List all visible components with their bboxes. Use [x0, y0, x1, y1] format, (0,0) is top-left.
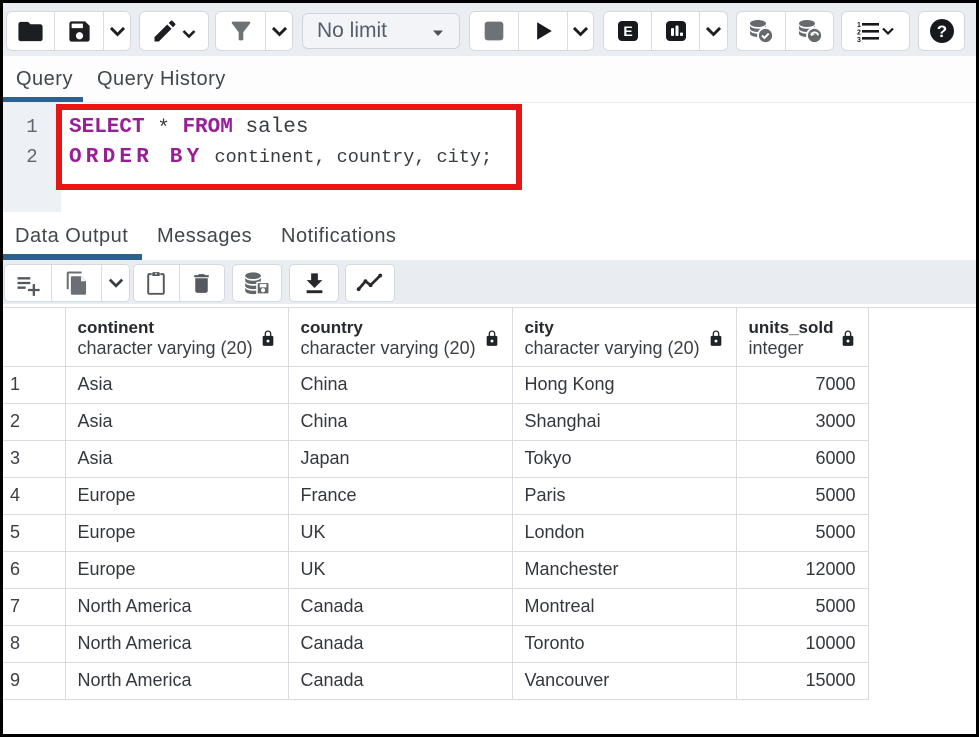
svg-text:3: 3 — [857, 37, 861, 43]
svg-text:?: ? — [936, 22, 946, 41]
svg-text:2: 2 — [857, 30, 861, 37]
svg-text:E: E — [623, 23, 632, 39]
svg-text:1: 1 — [857, 22, 861, 29]
